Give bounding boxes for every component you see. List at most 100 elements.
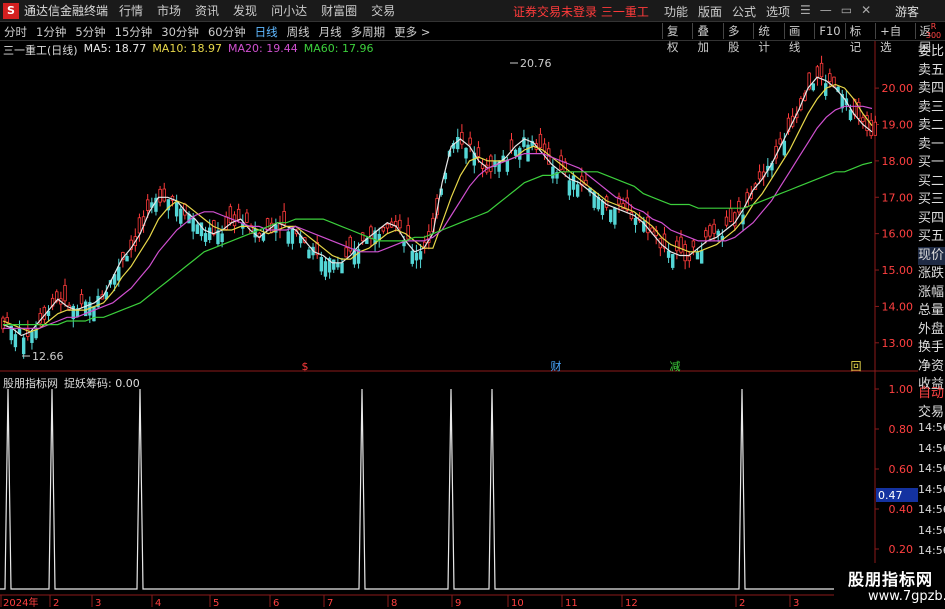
indicator-header: 股朋指标网 捉妖筹码: 0.00 <box>3 375 140 391</box>
y-tick-label: 13.00 <box>882 337 914 350</box>
x-tick-label: 2 <box>739 598 745 609</box>
x-tick-label: 8 <box>391 598 397 609</box>
x-tick-label: 3 <box>793 598 799 609</box>
menu-item-news[interactable]: 资讯 <box>195 2 219 19</box>
candle-body <box>609 209 613 222</box>
event-mark: 减 <box>670 360 681 373</box>
candle-body <box>385 223 390 229</box>
y-tick-label: 15.00 <box>882 264 914 277</box>
candle-body <box>117 266 121 281</box>
candle-body <box>236 208 241 221</box>
candle-body <box>613 208 617 225</box>
candle-body <box>538 133 543 149</box>
minimize-icon[interactable]: — <box>820 3 832 17</box>
draw-line-button[interactable]: 画线 <box>783 23 814 54</box>
candle-body <box>757 171 762 180</box>
candle-body <box>724 216 729 226</box>
candle-body <box>687 255 691 262</box>
multi-stock-button[interactable]: 多股 <box>722 23 753 54</box>
candle-body <box>21 337 26 355</box>
order-book-label: 委比 <box>918 44 945 59</box>
candle-body <box>1 317 5 330</box>
menu-functions[interactable]: 功能 <box>664 3 688 20</box>
order-book-label: 卖三 <box>918 99 945 115</box>
x-tick-label: 2024年 <box>3 596 38 609</box>
login-status[interactable]: 证券交易未登录 三一重工 <box>513 3 649 20</box>
x-tick-label: 5 <box>213 598 219 609</box>
tab-daily[interactable]: 日线 <box>255 24 278 40</box>
overlay-button[interactable]: 叠加 <box>692 23 722 54</box>
add-watchlist-button[interactable]: +自选 <box>875 23 914 54</box>
statistics-button[interactable]: 统计 <box>753 23 783 54</box>
menu-item-wealth[interactable]: 财富圈 <box>321 2 357 19</box>
event-mark: 回 <box>851 360 862 373</box>
menu-item-discover[interactable]: 发现 <box>233 2 257 19</box>
x-tick-label: 11 <box>565 598 578 609</box>
candle-body <box>848 109 853 121</box>
order-book-label: 买二 <box>918 173 945 189</box>
candle-body <box>398 219 402 229</box>
auto-label[interactable]: 自动 <box>918 382 945 401</box>
menu-layout[interactable]: 版面 <box>698 3 722 20</box>
candle-body <box>456 137 460 150</box>
user-label[interactable]: 游客 <box>895 3 919 20</box>
indicator-name[interactable]: 股朋指标网 <box>3 375 58 391</box>
y-tick-label: 14.00 <box>882 300 914 313</box>
watermark-url: www.7gpzb.com <box>868 589 945 604</box>
trade-time: 14:56 <box>918 421 945 434</box>
app-logo: S <box>3 2 19 19</box>
candle-body <box>575 184 580 197</box>
tab-1min[interactable]: 1分钟 <box>36 24 66 40</box>
order-book-label: 现价 <box>918 246 945 265</box>
tab-5min[interactable]: 5分钟 <box>75 24 105 40</box>
candle-body <box>340 262 344 274</box>
candle-body <box>699 250 704 264</box>
order-book-label: 买五 <box>918 229 945 244</box>
tab-more[interactable]: 更多 > <box>394 24 430 40</box>
mark-button[interactable]: 标记 <box>844 23 875 54</box>
candle-body <box>811 83 815 91</box>
order-book-label: 涨幅 <box>918 284 945 300</box>
tab-15min[interactable]: 15分钟 <box>115 24 153 40</box>
menu-item-market[interactable]: 市场 <box>157 2 181 19</box>
candle-body <box>228 206 233 223</box>
tab-monthly[interactable]: 月线 <box>319 24 342 40</box>
ind-y-tick-label: 0.60 <box>889 463 914 476</box>
tab-30min[interactable]: 30分钟 <box>161 24 199 40</box>
window-controls: ☰ — ▭ ✕ <box>800 3 871 17</box>
tab-60min[interactable]: 60分钟 <box>208 24 246 40</box>
candle-body <box>34 329 38 339</box>
trade-time: 14:56 <box>918 523 945 537</box>
restore-rights-button[interactable]: 复权 <box>662 23 692 54</box>
r-badge-bottom: 300 <box>925 31 942 40</box>
current-value-label: 0.47 <box>878 489 903 502</box>
tab-intraday[interactable]: 分时 <box>4 24 27 40</box>
menu-item-trade[interactable]: 交易 <box>371 2 395 19</box>
tab-multi-period[interactable]: 多周期 <box>351 24 386 40</box>
tab-weekly[interactable]: 周线 <box>287 24 310 40</box>
order-book-label: 卖五 <box>918 62 945 78</box>
menu-item-quotes[interactable]: 行情 <box>119 2 143 19</box>
menu-formula[interactable]: 公式 <box>732 3 756 20</box>
period-tabs: 分时 1分钟 5分钟 15分钟 30分钟 60分钟 日线 周线 月线 多周期 更… <box>4 24 430 40</box>
candle-body <box>861 117 865 122</box>
candle-body <box>464 147 468 159</box>
menu-icon[interactable]: ☰ <box>800 3 811 17</box>
y-tick-label: 19.00 <box>882 118 914 131</box>
candle-body <box>245 212 249 223</box>
candle-body <box>286 231 290 244</box>
candle-body <box>92 306 96 322</box>
close-icon[interactable]: ✕ <box>861 3 871 17</box>
kline-chart[interactable]: 20.00 19.00 18.00 17.00 16.00 15.00 14.00 13.00… <box>0 41 918 609</box>
candle-body <box>30 331 34 343</box>
candle-body <box>737 200 741 213</box>
candle-body <box>410 250 414 264</box>
trade-label[interactable]: 交易 <box>918 401 945 421</box>
maximize-icon[interactable]: ▭ <box>841 3 852 17</box>
f10-button[interactable]: F10 <box>814 23 844 39</box>
low-label: 12.66 <box>32 350 64 363</box>
menu-options[interactable]: 选项 <box>766 3 790 20</box>
period-toolbar: 分时 1分钟 5分钟 15分钟 30分钟 60分钟 日线 周线 月线 多周期 更… <box>0 22 945 54</box>
order-book-label: 净资 <box>918 358 945 374</box>
menu-item-ask[interactable]: 问小达 <box>271 2 307 19</box>
